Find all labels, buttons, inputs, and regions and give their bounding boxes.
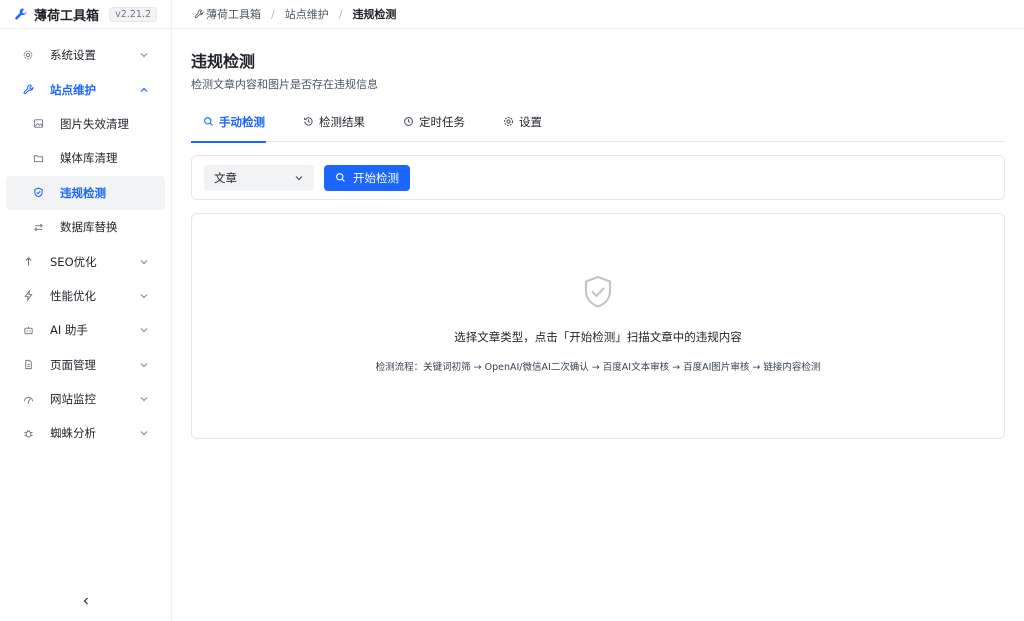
bolt-icon	[22, 290, 34, 302]
shield-check-icon	[582, 275, 614, 309]
sidebar-item-db-replace[interactable]: 数据库替换	[6, 210, 165, 244]
sidebar-item-label: 图片失效清理	[60, 116, 129, 131]
wrench-logo-icon	[14, 7, 28, 21]
chevron-up-icon	[139, 85, 149, 95]
tab-label: 设置	[519, 115, 542, 129]
clock-icon	[403, 116, 414, 127]
gear-icon	[503, 116, 514, 127]
chevron-down-icon	[139, 50, 149, 60]
sidebar-collapse-button[interactable]	[0, 595, 172, 609]
breadcrumb-separator: /	[271, 7, 275, 21]
sidebar-item-label: 站点维护	[50, 82, 96, 97]
sidebar-item-label: 数据库替换	[60, 220, 118, 235]
wrench-icon	[22, 84, 34, 96]
breadcrumb-separator: /	[338, 7, 343, 21]
sidebar-item-label: 性能优化	[50, 288, 96, 303]
sidebar-item-site-monitor[interactable]: 网站监控	[6, 382, 165, 416]
tab-manual-detection[interactable]: 手动检测	[191, 114, 266, 143]
breadcrumb-parent[interactable]: 站点维护	[285, 6, 329, 22]
breadcrumb: 薄荷工具箱 / 站点维护 / 违规检测	[172, 0, 1024, 29]
chevron-down-icon	[139, 325, 149, 335]
tab-label: 手动检测	[219, 115, 265, 129]
app-root: 薄荷工具箱 v2.21.2 系统设置 站点维护 图片失效清理 媒体库清理 违规检…	[0, 0, 1024, 621]
detection-flow-text: 检测流程：关键词初筛 → OpenAI/微信AI二次确认 → 百度AI文本审核 …	[375, 362, 821, 373]
chevron-down-icon	[294, 173, 304, 183]
search-icon	[203, 116, 214, 127]
wrench-small-icon	[194, 9, 204, 19]
tab-bar: 手动检测 检测结果 定时任务 设置	[191, 114, 1005, 143]
robot-icon	[22, 324, 34, 336]
sidebar-item-label: 网站监控	[50, 392, 96, 407]
sidebar-item-label: 违规检测	[60, 185, 106, 200]
content-type-select[interactable]: 文章	[204, 164, 314, 191]
bug-icon	[22, 427, 34, 439]
sidebar: 薄荷工具箱 v2.21.2 系统设置 站点维护 图片失效清理 媒体库清理 违规检…	[0, 0, 172, 621]
history-icon	[303, 116, 314, 127]
sidebar-item-media-cleanup[interactable]: 媒体库清理	[6, 141, 165, 175]
sidebar-item-label: 系统设置	[50, 48, 96, 63]
empty-state-panel: 选择文章类型，点击「开始检测」扫描文章中的违规内容 检测流程：关键词初筛 → O…	[191, 213, 1005, 439]
sidebar-item-label: AI 助手	[50, 323, 88, 338]
sidebar-item-label: 媒体库清理	[60, 151, 118, 166]
page-title: 违规检测	[191, 52, 256, 71]
chevron-down-icon	[139, 291, 149, 301]
arrow-up-icon	[22, 256, 34, 268]
version-badge: v2.21.2	[109, 6, 157, 22]
tab-scheduled-tasks[interactable]: 定时任务	[391, 114, 465, 142]
main-panel: 薄荷工具箱 / 站点维护 / 违规检测 违规检测 检测文章内容和图片是否存在违规…	[172, 0, 1024, 621]
sidebar-item-label: 页面管理	[50, 357, 96, 372]
folder-icon	[32, 152, 44, 164]
tab-detection-results[interactable]: 检测结果	[291, 114, 365, 142]
chevron-down-icon	[139, 257, 149, 267]
select-value: 文章	[214, 170, 237, 185]
gear-icon	[22, 49, 34, 61]
tab-label: 定时任务	[419, 115, 465, 129]
sidebar-item-system-settings[interactable]: 系统设置	[6, 38, 165, 72]
sidebar-menu: 系统设置 站点维护 图片失效清理 媒体库清理 违规检测 数据库替换 SEO优化 …	[0, 29, 171, 451]
file-icon	[22, 359, 34, 371]
swap-icon	[32, 221, 44, 233]
sidebar-item-site-maintenance[interactable]: 站点维护	[6, 72, 165, 106]
sidebar-item-label: SEO优化	[50, 254, 97, 269]
sidebar-item-ai-assistant[interactable]: AI 助手	[6, 313, 165, 347]
image-icon	[32, 118, 44, 130]
search-icon	[335, 172, 346, 183]
detection-toolbar: 文章 开始检测	[191, 155, 1005, 200]
sidebar-item-violation-detection[interactable]: 违规检测	[6, 175, 165, 210]
chevron-down-icon	[139, 360, 149, 370]
sidebar-item-performance[interactable]: 性能优化	[6, 279, 165, 313]
sidebar-item-seo[interactable]: SEO优化	[6, 244, 165, 278]
chevron-down-icon	[139, 394, 149, 404]
shield-icon	[32, 187, 44, 199]
page-description: 检测文章内容和图片是否存在违规信息	[191, 78, 378, 91]
sidebar-item-label: 蜘蛛分析	[50, 426, 96, 441]
empty-state-message: 选择文章类型，点击「开始检测」扫描文章中的违规内容	[454, 330, 742, 344]
tab-settings[interactable]: 设置	[491, 114, 542, 142]
start-detection-button[interactable]: 开始检测	[324, 164, 410, 191]
sidebar-item-spider-analysis[interactable]: 蜘蛛分析	[6, 416, 165, 450]
brand-header: 薄荷工具箱 v2.21.2	[0, 0, 171, 29]
sidebar-item-image-cleanup[interactable]: 图片失效清理	[6, 107, 165, 141]
chevron-down-icon	[139, 428, 149, 438]
page-content: 违规检测 检测文章内容和图片是否存在违规信息 手动检测 检测结果 定时任务 设置…	[172, 48, 1024, 439]
start-detection-label: 开始检测	[353, 170, 399, 185]
brand-name: 薄荷工具箱	[34, 8, 100, 24]
breadcrumb-current: 违规检测	[352, 8, 397, 21]
monitor-icon	[22, 393, 34, 405]
breadcrumb-root[interactable]: 薄荷工具箱	[206, 6, 261, 22]
sidebar-item-page-management[interactable]: 页面管理	[6, 348, 165, 382]
chevron-left-icon	[81, 595, 91, 609]
tab-label: 检测结果	[319, 115, 365, 129]
